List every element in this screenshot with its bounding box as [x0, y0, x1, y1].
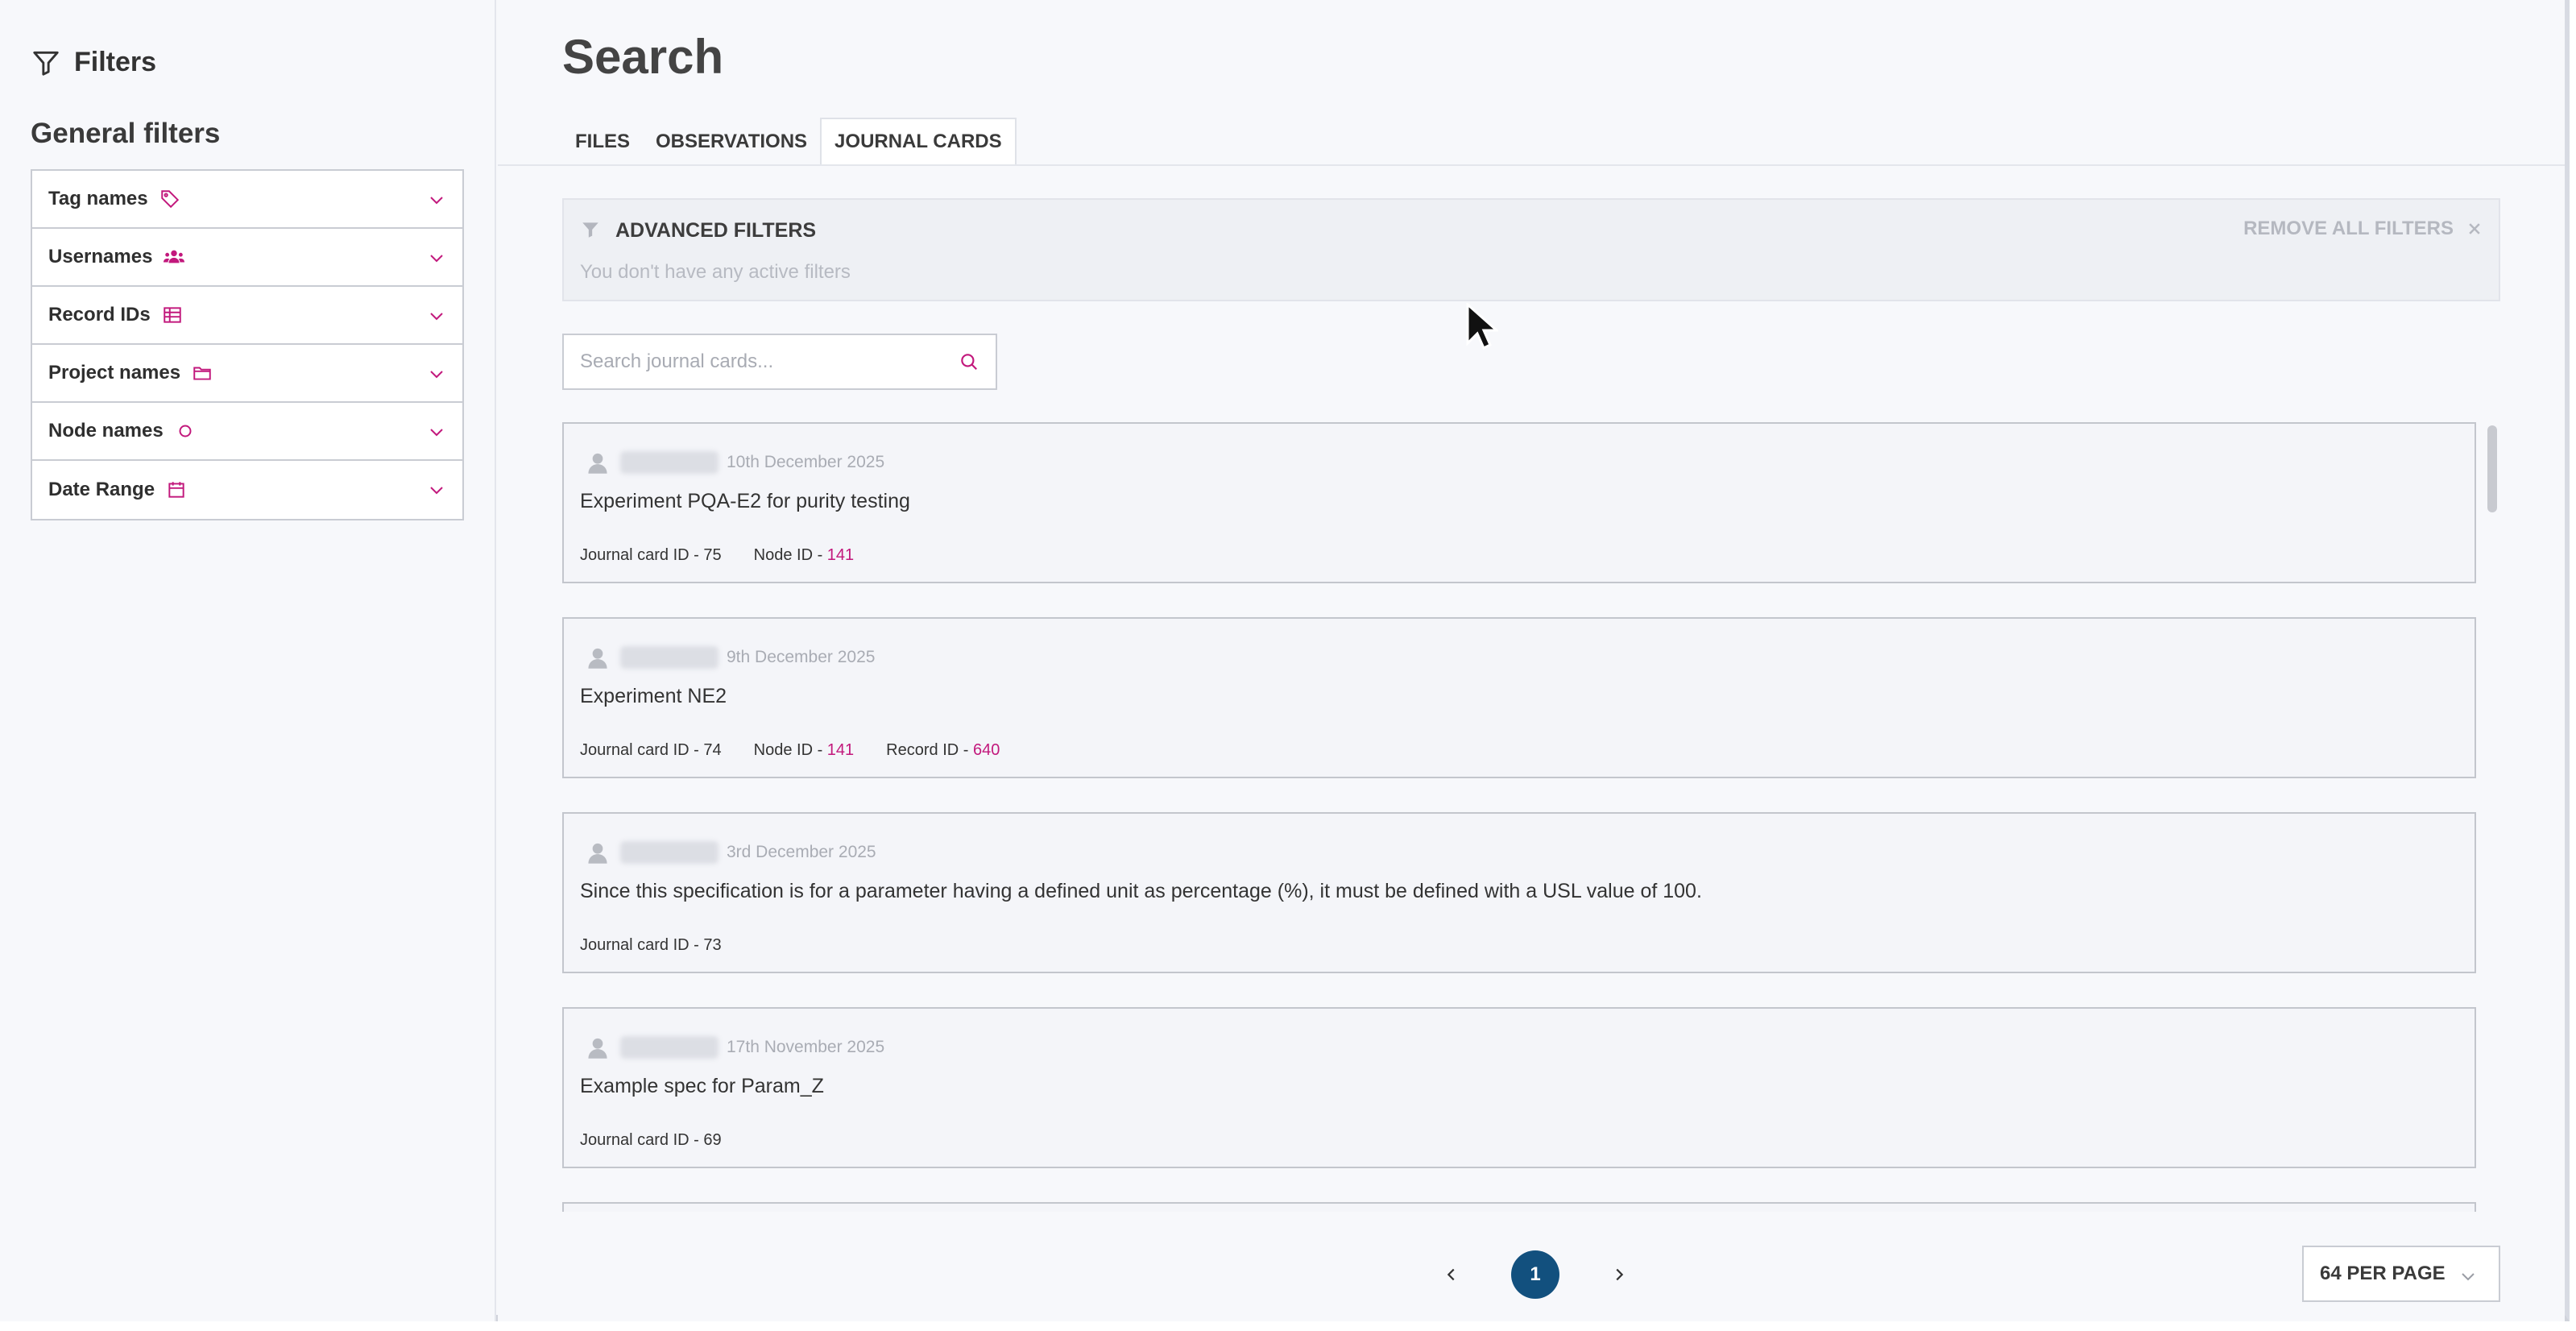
facet-label: Date Range: [48, 479, 155, 500]
facet-label: Record IDs: [48, 304, 151, 325]
card-title: Since this specification is for a parame…: [580, 880, 1702, 902]
node-id-link[interactable]: 141: [827, 546, 854, 564]
facet-label: Tag names: [48, 188, 148, 209]
card-title: Example spec for Param_Z: [580, 1075, 824, 1097]
no-active-filters-text: You don't have any active filters: [580, 261, 851, 283]
tab-files[interactable]: FILES: [562, 118, 643, 166]
record-id-label: Record ID -: [886, 741, 973, 759]
avatar-icon: [588, 648, 607, 669]
facet-tag-names[interactable]: Tag names: [32, 171, 462, 229]
record-id-link[interactable]: 640: [973, 741, 1000, 759]
node-id-label: Node ID -: [753, 546, 827, 564]
filters-sidebar: Filters General filters Tag names Userna…: [0, 0, 496, 1321]
chevron-down-icon: [430, 487, 443, 495]
facet-usernames[interactable]: Usernames: [32, 229, 462, 287]
chevron-down-icon: [430, 371, 443, 379]
pagination: 1: [1435, 1250, 1635, 1299]
calendar-icon: [166, 479, 187, 500]
node-id-link[interactable]: 141: [827, 741, 854, 759]
page-title: Search: [562, 30, 724, 84]
avatar-icon: [588, 453, 607, 474]
facet-node-names[interactable]: Node names: [32, 403, 462, 461]
tab-observations[interactable]: OBSERVATIONS: [643, 118, 820, 166]
chevron-right-icon: [1616, 1268, 1624, 1281]
username-redacted: [620, 646, 719, 669]
facet-label: Project names: [48, 362, 181, 384]
advanced-filters-title: ADVANCED FILTERS: [615, 219, 817, 242]
journal-card-id: Journal card ID - 75: [580, 546, 722, 564]
search-input[interactable]: [580, 350, 959, 373]
facet-list: Tag names Usernames Record IDs Project n…: [31, 169, 464, 520]
node-id-label: Node ID -: [753, 741, 827, 759]
card-meta: Journal card ID - 69: [580, 1131, 722, 1150]
chevron-left-icon: [1447, 1268, 1455, 1281]
circle-icon: [175, 421, 196, 442]
funnel-icon: [33, 51, 59, 76]
username-redacted: [620, 841, 719, 864]
card-meta: Journal card ID - 74 Node ID - 141 Recor…: [580, 741, 1000, 760]
mouse-cursor-icon: [1466, 303, 1498, 350]
journal-card[interactable]: 10th December 2025 Experiment PQA-E2 for…: [562, 422, 2476, 583]
journal-card[interactable]: [562, 1202, 2476, 1212]
chevron-down-icon: [430, 255, 443, 263]
username-redacted: [620, 1036, 719, 1059]
node-id: Node ID - 141: [754, 741, 855, 760]
facet-project-names[interactable]: Project names: [32, 345, 462, 403]
close-icon: [2469, 223, 2480, 234]
chevron-down-icon: [2462, 1273, 2475, 1281]
journal-card[interactable]: 9th December 2025 Experiment NE2 Journal…: [562, 617, 2476, 778]
scrollbar-thumb[interactable]: [2487, 425, 2497, 512]
users-icon: [164, 247, 185, 267]
journal-card-list: 10th December 2025 Experiment PQA-E2 for…: [562, 422, 2516, 1212]
journal-card-id: Journal card ID - 69: [580, 1131, 722, 1149]
card-meta: Journal card ID - 73: [580, 936, 722, 955]
facet-date-range[interactable]: Date Range: [32, 461, 462, 519]
username-redacted: [620, 451, 719, 474]
remove-all-filters-button[interactable]: REMOVE ALL FILTERS: [2243, 218, 2483, 240]
avatar-icon: [588, 843, 607, 864]
chevron-down-icon: [430, 197, 443, 205]
card-meta: Journal card ID - 75 Node ID - 141: [580, 546, 854, 565]
chevron-down-icon: [430, 313, 443, 321]
filters-title: Filters: [74, 47, 157, 77]
card-date: 17th November 2025: [727, 1038, 885, 1056]
avatar-icon: [588, 1038, 607, 1059]
remove-all-filters-label: REMOVE ALL FILTERS: [2243, 218, 2454, 239]
tag-icon: [159, 189, 180, 209]
card-date: 9th December 2025: [727, 648, 876, 666]
filters-header: Filters: [31, 47, 156, 78]
tab-divider: [498, 164, 2565, 166]
journal-card[interactable]: 17th November 2025 Example spec for Para…: [562, 1007, 2476, 1168]
journal-card-id: Journal card ID - 74: [580, 741, 722, 759]
facet-label: Usernames: [48, 246, 153, 267]
per-page-value: 64 PER PAGE: [2320, 1263, 2446, 1284]
search-main: Search FILES OBSERVATIONS JOURNAL CARDS …: [498, 0, 2565, 1321]
app-window: Filters General filters Tag names Userna…: [0, 0, 2570, 1321]
card-date: 3rd December 2025: [727, 843, 876, 861]
table-icon: [162, 305, 183, 325]
per-page-select[interactable]: 64 PER PAGE: [2302, 1246, 2500, 1302]
search-icon[interactable]: [959, 351, 979, 372]
node-id: Node ID - 141: [754, 546, 855, 565]
facet-record-ids[interactable]: Record IDs: [32, 287, 462, 345]
next-page-button[interactable]: [1603, 1258, 1635, 1291]
page-number-button[interactable]: 1: [1511, 1250, 1559, 1299]
card-date: 10th December 2025: [727, 453, 885, 471]
funnel-icon: [582, 222, 598, 238]
result-tabs: FILES OBSERVATIONS JOURNAL CARDS: [562, 118, 1017, 166]
previous-page-button[interactable]: [1435, 1258, 1468, 1291]
general-filters-heading: General filters: [31, 118, 221, 149]
folder-icon: [192, 363, 213, 384]
record-id: Record ID - 640: [886, 741, 1000, 760]
journal-card[interactable]: 3rd December 2025 Since this specificati…: [562, 812, 2476, 973]
journal-card-id: Journal card ID - 73: [580, 936, 722, 954]
tab-journal-cards[interactable]: JOURNAL CARDS: [820, 118, 1017, 166]
advanced-filters-panel: ADVANCED FILTERS You don't have any acti…: [562, 198, 2500, 301]
facet-label: Node names: [48, 420, 164, 442]
card-title: Experiment NE2: [580, 685, 727, 707]
card-title: Experiment PQA-E2 for purity testing: [580, 490, 910, 512]
chevron-down-icon: [430, 429, 443, 437]
card-list-scrollbar[interactable]: [2484, 422, 2500, 1212]
journal-search-field: [562, 334, 997, 390]
